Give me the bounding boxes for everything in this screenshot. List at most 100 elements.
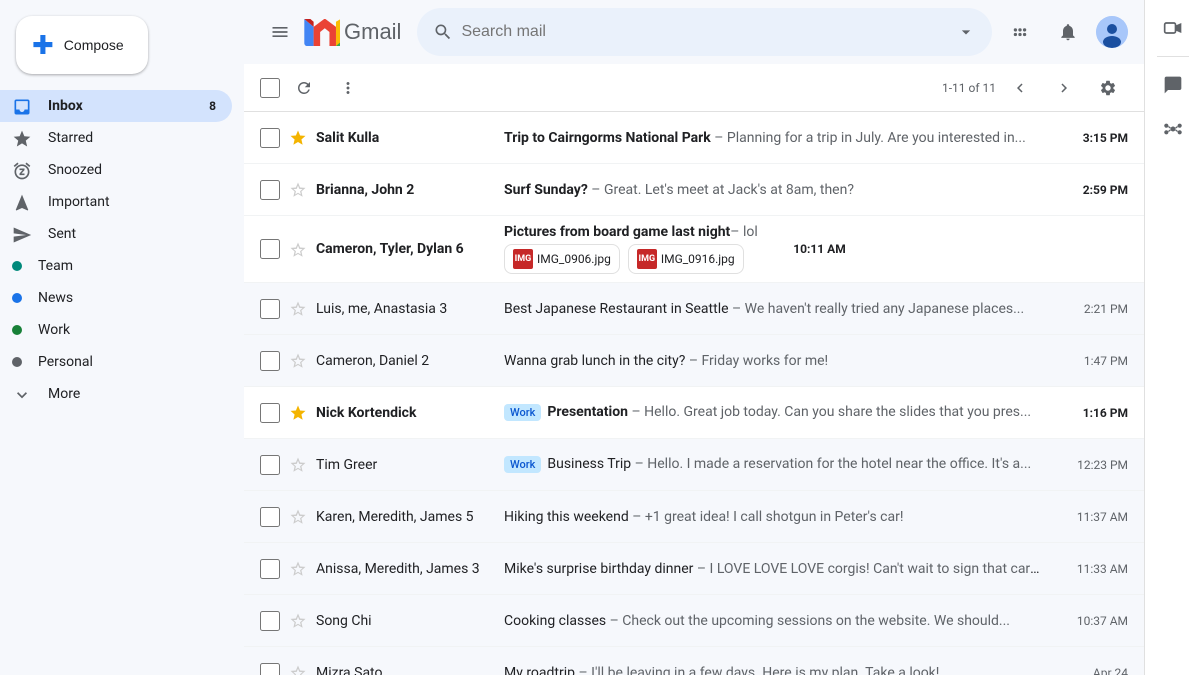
gmail-wordmark: Gmail <box>344 19 401 45</box>
sidebar: ✚ Compose Inbox8StarredSnoozedImportant S… <box>0 0 244 675</box>
meet-icon[interactable] <box>1153 8 1193 48</box>
email-row[interactable]: Nick Kortendick WorkPresentation – Hello… <box>244 387 1144 439</box>
email-checkbox[interactable] <box>260 507 280 527</box>
nav-label-sent: Sent <box>48 226 76 242</box>
sidebar-item-inbox[interactable]: Inbox8 <box>0 90 232 122</box>
email-sender: Nick Kortendick <box>316 405 496 421</box>
nav-label-team: Team <box>38 258 73 274</box>
email-checkbox[interactable] <box>260 403 280 423</box>
more-options-button[interactable] <box>328 68 368 108</box>
label-chip: Work <box>504 456 541 473</box>
search-options-icon[interactable] <box>956 22 976 42</box>
search-input[interactable] <box>461 23 948 41</box>
email-sender: Brianna, John 2 <box>316 182 496 198</box>
attachment-row: IMGIMG_0906.jpg IMGIMG_0916.jpg <box>504 244 758 274</box>
email-subject: Presentation <box>547 404 628 420</box>
right-sidebar <box>1144 0 1200 675</box>
settings-button[interactable] <box>1088 68 1128 108</box>
email-checkbox[interactable] <box>260 180 280 200</box>
sidebar-item-news[interactable]: News <box>0 282 232 314</box>
star-icon[interactable] <box>288 180 308 200</box>
dot-teal-icon <box>12 261 22 271</box>
notifications-button[interactable] <box>1048 12 1088 52</box>
sidebar-item-more[interactable]: More <box>0 378 232 410</box>
select-all-checkbox[interactable] <box>260 78 280 98</box>
email-time: 10:37 AM <box>1048 614 1128 628</box>
compose-button[interactable]: ✚ Compose <box>16 16 148 74</box>
toolbar: 1-11 of 11 <box>244 64 1144 112</box>
email-row[interactable]: Salit Kulla Trip to Cairngorms National … <box>244 112 1144 164</box>
prev-page-button[interactable] <box>1000 68 1040 108</box>
email-sender: Song Chi <box>316 613 496 629</box>
email-sender: Karen, Meredith, James 5 <box>316 509 496 525</box>
header-right <box>1000 12 1128 52</box>
email-checkbox[interactable] <box>260 351 280 371</box>
email-checkbox[interactable] <box>260 663 280 675</box>
send-icon <box>12 223 32 244</box>
email-row[interactable]: Brianna, John 2 Surf Sunday? – Great. Le… <box>244 164 1144 216</box>
spaces-icon[interactable] <box>1153 109 1193 149</box>
email-subject-preview: Best Japanese Restaurant in Seattle – We… <box>504 301 1040 317</box>
next-page-button[interactable] <box>1044 68 1084 108</box>
email-subject: Wanna grab lunch in the city? <box>504 353 685 369</box>
sidebar-item-work[interactable]: Work <box>0 314 232 346</box>
star-icon[interactable] <box>288 611 308 631</box>
star-icon[interactable] <box>288 663 308 675</box>
attachment-name: IMG_0916.jpg <box>661 252 735 266</box>
email-row[interactable]: Song Chi Cooking classes – Check out the… <box>244 595 1144 647</box>
email-row[interactable]: Cameron, Tyler, Dylan 6 Pictures from bo… <box>244 216 1144 283</box>
refresh-button[interactable] <box>284 68 324 108</box>
email-checkbox[interactable] <box>260 128 280 148</box>
email-subject: My roadtrip <box>504 665 575 675</box>
sidebar-item-important[interactable]: Important <box>0 186 232 218</box>
sidebar-item-personal[interactable]: Personal <box>0 346 232 378</box>
toolbar-right: 1-11 of 11 <box>942 68 1128 108</box>
sidebar-item-snoozed[interactable]: Snoozed <box>0 154 232 186</box>
email-checkbox[interactable] <box>260 559 280 579</box>
attachment-chip[interactable]: IMGIMG_0906.jpg <box>504 244 620 274</box>
email-row[interactable]: Anissa, Meredith, James 3 Mike's surpris… <box>244 543 1144 595</box>
search-icon <box>433 22 453 42</box>
email-subject-preview: Surf Sunday? – Great. Let's meet at Jack… <box>504 182 1040 198</box>
email-sender: Cameron, Tyler, Dylan 6 <box>316 241 496 257</box>
email-row[interactable]: Mizra Sato My roadtrip – I'll be leaving… <box>244 647 1144 675</box>
email-row[interactable]: Cameron, Daniel 2 Wanna grab lunch in th… <box>244 335 1144 387</box>
menu-button[interactable] <box>260 12 300 52</box>
email-checkbox[interactable] <box>260 455 280 475</box>
star-icon[interactable] <box>288 299 308 319</box>
search-bar[interactable] <box>417 8 992 56</box>
star-icon[interactable] <box>288 403 308 423</box>
star-icon[interactable] <box>288 507 308 527</box>
email-time: 11:33 AM <box>1048 562 1128 576</box>
label-important-icon <box>12 191 32 212</box>
chat-icon[interactable] <box>1153 65 1193 105</box>
sidebar-item-team[interactable]: Team <box>0 250 232 282</box>
email-row[interactable]: Luis, me, Anastasia 3 Best Japanese Rest… <box>244 283 1144 335</box>
star-icon[interactable] <box>288 351 308 371</box>
email-preview: – Planning for a trip in July. Are you i… <box>711 130 1026 146</box>
email-preview: – We haven't really tried any Japanese p… <box>729 301 1025 317</box>
email-checkbox[interactable] <box>260 299 280 319</box>
sidebar-item-starred[interactable]: Starred <box>0 122 232 154</box>
sidebar-item-sent[interactable]: Sent <box>0 218 232 250</box>
email-sender: Luis, me, Anastasia 3 <box>316 301 496 317</box>
avatar[interactable] <box>1096 16 1128 48</box>
email-row[interactable]: Tim Greer WorkBusiness Trip – Hello. I m… <box>244 439 1144 491</box>
email-sender: Mizra Sato <box>316 665 496 675</box>
snooze-icon <box>12 159 32 180</box>
email-subject: Best Japanese Restaurant in Seattle <box>504 301 729 317</box>
email-checkbox[interactable] <box>260 239 280 259</box>
email-checkbox[interactable] <box>260 611 280 631</box>
header-left: Gmail <box>260 12 409 52</box>
star-icon[interactable] <box>288 559 308 579</box>
star-icon[interactable] <box>288 128 308 148</box>
nav-label-work: Work <box>38 322 70 338</box>
star-icon[interactable] <box>288 455 308 475</box>
attachment-chip[interactable]: IMGIMG_0916.jpg <box>628 244 744 274</box>
star-icon[interactable] <box>288 239 308 259</box>
email-subject: Pictures from board game last night <box>504 224 730 240</box>
email-row[interactable]: Karen, Meredith, James 5 Hiking this wee… <box>244 491 1144 543</box>
email-time: 1:16 PM <box>1048 406 1128 420</box>
label-chip: Work <box>504 404 541 421</box>
apps-button[interactable] <box>1000 12 1040 52</box>
